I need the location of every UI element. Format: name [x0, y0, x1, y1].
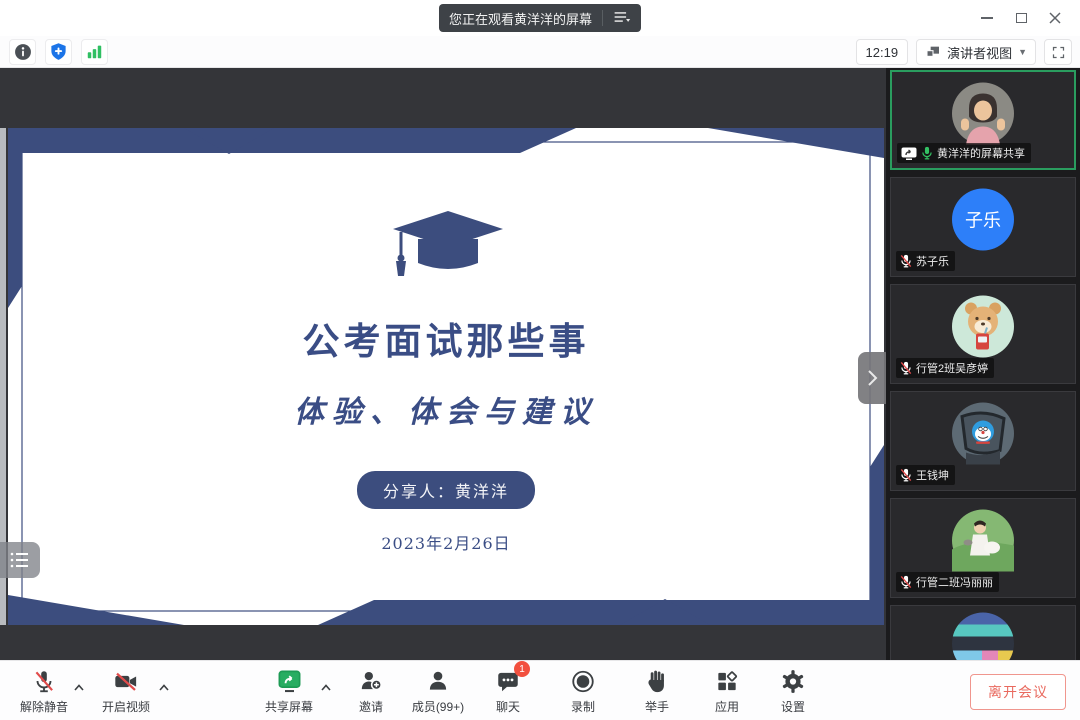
- close-button[interactable]: [1038, 3, 1072, 33]
- security-button[interactable]: [45, 39, 72, 65]
- avatar-colorful: [952, 613, 1014, 661]
- chat-label: 聊天: [496, 698, 520, 715]
- members-label: 成员(99+): [412, 698, 464, 715]
- mic-muted-icon: [900, 361, 912, 375]
- watching-banner-text: 您正在观看黄洋洋的屏幕: [449, 9, 592, 28]
- avatar-dog-cartoon: [952, 296, 1014, 363]
- control-bar: 解除静音 开启视频: [0, 660, 1080, 720]
- window-controls: [970, 0, 1072, 36]
- minimize-icon: [981, 17, 993, 19]
- participant-label: 行管2班吴彦婷: [896, 358, 994, 378]
- meeting-info-button[interactable]: [9, 39, 36, 65]
- presenter-badge: 分享人：黄洋洋: [357, 471, 535, 509]
- participant-name: 王钱坤: [916, 467, 949, 483]
- participant-name: 行管2班吴彦婷: [916, 360, 988, 376]
- participant-tile-suzile[interactable]: 子乐 苏子乐: [890, 177, 1076, 277]
- mic-muted-icon: [900, 575, 912, 589]
- chevron-right-icon: [866, 369, 878, 387]
- minimize-button[interactable]: [970, 3, 1004, 33]
- invite-label: 邀请: [359, 698, 383, 715]
- settings-label: 设置: [781, 698, 805, 715]
- avatar-doraemon: [952, 403, 1014, 470]
- mic-muted-icon: [31, 668, 57, 695]
- titlebar: 您正在观看黄洋洋的屏幕: [0, 0, 1080, 36]
- layout-icon: [925, 44, 941, 60]
- raise-hand-label: 举手: [645, 698, 669, 715]
- annotation-handle[interactable]: [0, 542, 40, 578]
- chat-button[interactable]: 1 聊天: [465, 668, 551, 715]
- participant-label: 苏子乐: [896, 251, 955, 271]
- record-icon: [570, 668, 596, 695]
- participant-tile-wangqiankun[interactable]: 王钱坤: [890, 391, 1076, 491]
- main-area: 公考面试那些事 体验、体会与建议 分享人：黄洋洋 2023年2月26日: [0, 68, 1080, 660]
- watching-banner[interactable]: 您正在观看黄洋洋的屏幕: [439, 4, 641, 32]
- slide-title: 公考面试那些事: [303, 311, 590, 365]
- participant-label: 行管二班冯丽丽: [896, 572, 999, 592]
- participant-name: 黄洋洋的屏幕共享: [937, 145, 1025, 161]
- banner-menu-icon[interactable]: [613, 10, 631, 27]
- apps-label: 应用: [715, 698, 739, 715]
- avatar-photo: [952, 83, 1014, 150]
- participant-name: 行管二班冯丽丽: [916, 574, 993, 590]
- view-mode-label: 演讲者视图: [947, 43, 1012, 62]
- svg-text:子乐: 子乐: [965, 211, 1001, 231]
- participant-tile-fenglili[interactable]: 行管二班冯丽丽: [890, 498, 1076, 598]
- participant-name: 苏子乐: [916, 253, 949, 269]
- view-mode-dropdown[interactable]: 演讲者视图 ▼: [916, 39, 1036, 65]
- banner-divider: [602, 10, 603, 26]
- list-icon: [9, 550, 31, 570]
- toolbar-right: 12:19 演讲者视图 ▼: [856, 39, 1072, 65]
- start-video-label: 开启视频: [102, 698, 150, 715]
- fullscreen-button[interactable]: [1044, 39, 1072, 65]
- mic-muted-icon: [900, 254, 912, 268]
- avatar-cartoon-figure: [952, 510, 1014, 577]
- video-options-chevron[interactable]: [158, 679, 170, 697]
- participants-sidebar: 黄洋洋的屏幕共享 子乐: [886, 68, 1080, 660]
- chat-badge: 1: [514, 661, 530, 677]
- meeting-window: 您正在观看黄洋洋的屏幕: [0, 0, 1080, 720]
- fullscreen-icon: [1051, 45, 1066, 60]
- unmute-label: 解除静音: [20, 698, 68, 715]
- info-icon: [13, 42, 33, 62]
- meeting-timer: 12:19: [856, 39, 909, 65]
- share-screen-label: 共享屏幕: [265, 698, 313, 715]
- settings-button[interactable]: 设置: [750, 668, 836, 715]
- record-label: 录制: [571, 698, 595, 715]
- maximize-button[interactable]: [1004, 3, 1038, 33]
- start-video-button[interactable]: 开启视频: [83, 668, 169, 715]
- members-icon: [425, 668, 451, 695]
- participant-label: 王钱坤: [896, 465, 955, 485]
- participant-label: 黄洋洋的屏幕共享: [897, 143, 1031, 163]
- slide-content: 公考面试那些事 体验、体会与建议 分享人：黄洋洋 2023年2月26日: [8, 128, 884, 625]
- mic-muted-icon: [900, 468, 912, 482]
- network-stats-button[interactable]: [81, 39, 108, 65]
- invite-icon: [358, 668, 384, 695]
- avatar-initials: 子乐: [952, 189, 1014, 256]
- meeting-toolbar: 12:19 演讲者视图 ▼: [0, 36, 1080, 68]
- apps-icon: [714, 668, 740, 695]
- slide-date: 2023年2月26日: [381, 530, 510, 554]
- screen-share-icon: [901, 147, 917, 160]
- meeting-time: 12:19: [866, 45, 899, 60]
- sidebar-collapse-button[interactable]: [858, 352, 886, 404]
- close-icon: [1049, 12, 1061, 24]
- slide-subtitle: 体验、体会与建议: [294, 387, 598, 431]
- mic-on-icon: [921, 146, 933, 160]
- chevron-down-icon: ▼: [1018, 47, 1027, 57]
- share-screen-icon: [276, 668, 303, 695]
- camera-off-icon: [112, 668, 140, 695]
- participant-tile-huangyangyang[interactable]: 黄洋洋的屏幕共享: [890, 70, 1076, 170]
- presentation-slide: 公考面试那些事 体验、体会与建议 分享人：黄洋洋 2023年2月26日: [8, 128, 884, 625]
- shield-icon: [49, 42, 68, 61]
- leave-meeting-button[interactable]: 离开会议: [970, 674, 1066, 710]
- settings-gear-icon: [780, 668, 806, 695]
- raise-hand-icon: [644, 668, 670, 695]
- signal-bars-icon: [85, 42, 104, 61]
- participant-tile-more[interactable]: [890, 605, 1076, 660]
- participant-tile-wuyanting[interactable]: 行管2班吴彦婷: [890, 284, 1076, 384]
- shared-screen-area: 公考面试那些事 体验、体会与建议 分享人：黄洋洋 2023年2月26日: [0, 68, 886, 660]
- maximize-icon: [1016, 13, 1027, 23]
